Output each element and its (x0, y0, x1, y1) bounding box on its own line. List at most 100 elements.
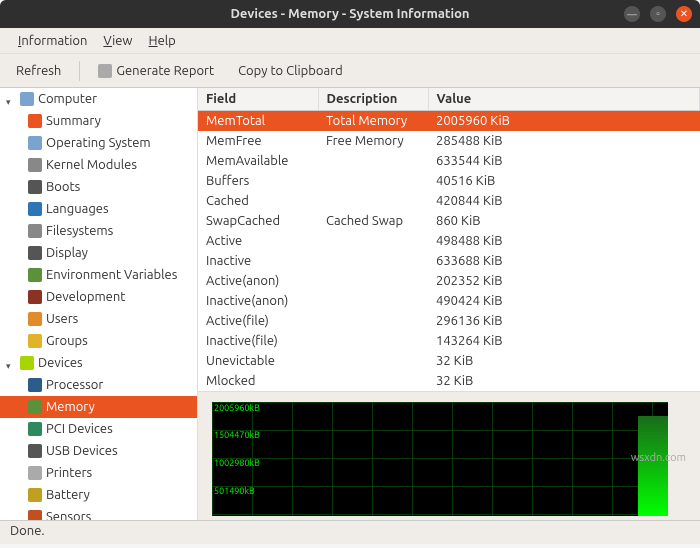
header-value[interactable]: Value (428, 88, 700, 111)
cell-field: MemFree (198, 131, 318, 151)
cell-value: 490424 KiB (428, 291, 700, 311)
cell-value: 633544 KiB (428, 151, 700, 171)
mem-icon (28, 400, 42, 414)
sidebar-item-boots[interactable]: Boots (0, 176, 197, 198)
usb-icon (28, 444, 42, 458)
sidebar-item-languages[interactable]: Languages (0, 198, 197, 220)
cell-value: 633688 KiB (428, 251, 700, 271)
sidebar-item-usb-devices[interactable]: USB Devices (0, 440, 197, 462)
sidebar-item-environment-variables[interactable]: Environment Variables (0, 264, 197, 286)
table-row[interactable]: MemTotalTotal Memory2005960 KiB (198, 111, 700, 131)
cell-description (318, 271, 428, 291)
table-row[interactable]: Inactive633688 KiB (198, 251, 700, 271)
table-row[interactable]: Active(anon)202352 KiB (198, 271, 700, 291)
sidebar-item-label: Printers (46, 466, 92, 480)
cell-description (318, 351, 428, 371)
table-row[interactable]: Buffers 40516 KiB (198, 171, 700, 191)
memory-graph: 2005960kB 1504470kB 1002980kB 501490kB (212, 402, 668, 516)
cell-value: 285488 KiB (428, 131, 700, 151)
cell-field: Inactive(file) (198, 331, 318, 351)
table-row[interactable]: Active(file)296136 KiB (198, 311, 700, 331)
menu-view[interactable]: View (95, 30, 140, 52)
expander-icon[interactable] (6, 94, 16, 104)
cell-field: Buffers (198, 171, 318, 191)
sidebar-item-filesystems[interactable]: Filesystems (0, 220, 197, 242)
sidebar-item-label: Processor (46, 378, 103, 392)
refresh-button[interactable]: Refresh (10, 60, 67, 82)
sidebar-group-computer[interactable]: Computer (0, 88, 197, 110)
sidebar-item-label: Battery (46, 488, 90, 502)
cell-description (318, 171, 428, 191)
menu-help[interactable]: Help (141, 30, 184, 52)
header-description[interactable]: Description (318, 88, 428, 111)
table-row[interactable]: Active 498488 KiB (198, 231, 700, 251)
groups-icon (28, 334, 42, 348)
pci-icon (28, 422, 42, 436)
table-row[interactable]: Inactive(file) 143264 KiB (198, 331, 700, 351)
sidebar-item-battery[interactable]: Battery (0, 484, 197, 506)
sensors-icon (28, 510, 42, 520)
sidebar-item-operating-system[interactable]: Operating System (0, 132, 197, 154)
battery-icon (28, 488, 42, 502)
table-row[interactable]: Unevictable32 KiB (198, 351, 700, 371)
cell-value: 498488 KiB (428, 231, 700, 251)
sidebar-item-users[interactable]: Users (0, 308, 197, 330)
minimize-button[interactable]: — (624, 6, 640, 22)
y-tick-label: 501490kB (214, 486, 255, 496)
copy-clipboard-button[interactable]: Copy to Clipboard (232, 60, 349, 82)
cell-value: 296136 KiB (428, 311, 700, 331)
cell-field: MemTotal (198, 111, 318, 131)
sidebar-item-label: Summary (46, 114, 101, 128)
cell-description (318, 191, 428, 211)
sidebar-item-groups[interactable]: Groups (0, 330, 197, 352)
cell-value: 2005960 KiB (428, 111, 700, 131)
sidebar[interactable]: Computer Summary Operating SystemKernel M… (0, 88, 198, 520)
sidebar-item-kernel-modules[interactable]: Kernel Modules (0, 154, 197, 176)
cell-description (318, 151, 428, 171)
status-text: Done. (10, 524, 45, 538)
cell-description: Free Memory (318, 131, 428, 151)
statusbar: Done. (0, 520, 700, 544)
cell-value: 40516 KiB (428, 171, 700, 191)
table-row[interactable]: SwapCachedCached Swap860 KiB (198, 211, 700, 231)
sidebar-item-sensors[interactable]: Sensors (0, 506, 197, 520)
sidebar-item-memory[interactable]: Memory (0, 396, 197, 418)
sidebar-item-pci-devices[interactable]: PCI Devices (0, 418, 197, 440)
table-row[interactable]: Mlocked32 KiB (198, 371, 700, 391)
sidebar-item-label: Sensors (46, 510, 91, 520)
sidebar-item-label: Boots (46, 180, 80, 194)
sidebar-item-display[interactable]: Display (0, 242, 197, 264)
table-row[interactable]: MemAvailable 633544 KiB (198, 151, 700, 171)
close-button[interactable]: ✕ (676, 6, 692, 22)
sidebar-item-printers[interactable]: Printers (0, 462, 197, 484)
sidebar-item-summary[interactable]: Summary (0, 110, 197, 132)
group-label: Devices (38, 356, 83, 370)
sidebar-item-development[interactable]: Development (0, 286, 197, 308)
cell-description (318, 231, 428, 251)
cell-value: 860 KiB (428, 211, 700, 231)
graph-series-bar (638, 416, 668, 516)
y-tick-label: 1002980kB (214, 458, 260, 468)
sidebar-item-processor[interactable]: Processor (0, 374, 197, 396)
memory-table-wrap[interactable]: Field Description Value MemTotalTotal Me… (198, 88, 700, 392)
cpu-icon (28, 378, 42, 392)
menu-information[interactable]: Information (10, 30, 95, 52)
expander-icon[interactable] (6, 358, 16, 368)
header-field[interactable]: Field (198, 88, 318, 111)
sidebar-item-label: Groups (46, 334, 88, 348)
table-row[interactable]: MemFreeFree Memory285488 KiB (198, 131, 700, 151)
cell-value: 143264 KiB (428, 331, 700, 351)
devices-icon (20, 356, 34, 370)
sidebar-group-devices[interactable]: Devices (0, 352, 197, 374)
cell-value: 420844 KiB (428, 191, 700, 211)
content-area: Computer Summary Operating SystemKernel M… (0, 88, 700, 520)
table-row[interactable]: Cached420844 KiB (198, 191, 700, 211)
sidebar-item-label: Users (46, 312, 78, 326)
maximize-button[interactable]: ▫ (650, 6, 666, 22)
cell-field: Active (198, 231, 318, 251)
table-row[interactable]: Inactive(anon)490424 KiB (198, 291, 700, 311)
cell-field: MemAvailable (198, 151, 318, 171)
printer-icon (28, 466, 42, 480)
memory-table: Field Description Value MemTotalTotal Me… (198, 88, 700, 392)
generate-report-button[interactable]: Generate Report (92, 60, 220, 82)
